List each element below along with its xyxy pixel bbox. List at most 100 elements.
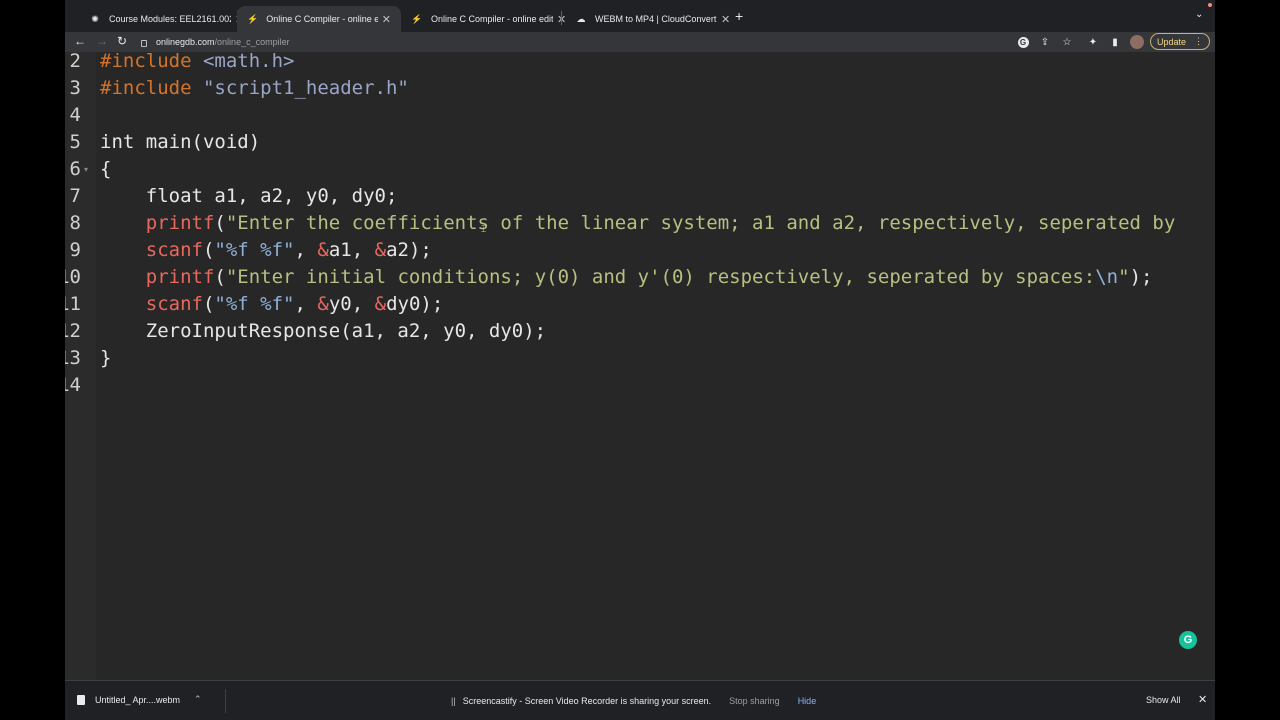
separator: , xyxy=(351,239,375,261)
code-line: ZeroInputResponse(a1, a2, y0, dy0); xyxy=(100,320,547,342)
tab-online-c-compiler[interactable]: ⚡ Online C Compiler - online editor ✕ xyxy=(401,6,576,32)
tab-course-modules[interactable]: ✺ Course Modules: EEL2161.002 ✕ xyxy=(79,6,254,32)
kebab-menu-icon: ⋮ xyxy=(1194,36,1204,46)
code-line: scanf("%f %f", &a1, &a2); xyxy=(100,237,432,264)
preprocessor-directive: #include xyxy=(100,52,192,72)
paren: ( xyxy=(202,293,215,315)
code-line: int main(void) xyxy=(100,131,261,153)
paren: ( xyxy=(202,239,215,261)
grammarly-icon[interactable]: G xyxy=(1179,631,1197,649)
line-number: 14 xyxy=(65,374,81,396)
file-icon xyxy=(77,694,85,705)
tab-title: Course Modules: EEL2161.002 xyxy=(109,14,231,24)
tab-close-icon[interactable]: ✕ xyxy=(382,13,391,26)
update-button[interactable]: Update ⋮ xyxy=(1150,33,1210,50)
code-line: float a1, a2, y0, dy0; xyxy=(100,185,398,207)
address-operator: & xyxy=(317,239,329,261)
address-operator: & xyxy=(374,239,387,261)
share-message: Screencastify - Screen Video Recorder is… xyxy=(462,696,712,706)
function-name: scanf xyxy=(145,293,203,315)
tab-cloudconvert[interactable]: ☁ WEBM to MP4 | CloudConvert ✕ xyxy=(565,6,740,32)
avatar xyxy=(1130,35,1144,49)
stop-sharing-button[interactable]: Stop sharing xyxy=(729,696,780,706)
line-number: 6 xyxy=(69,158,81,180)
address-operator: & xyxy=(317,293,329,315)
code-line: { xyxy=(100,158,112,180)
tab-title: Online C Compiler - online editor xyxy=(431,14,553,24)
function-name: printf xyxy=(145,266,215,288)
extensions-puzzle-icon[interactable]: ✦ xyxy=(1086,35,1100,49)
url-host: onlinegdb.com xyxy=(156,37,215,47)
lock-icon xyxy=(141,39,147,47)
side-panel-icon[interactable]: ▮ xyxy=(1108,35,1122,49)
line-number: 7 xyxy=(69,185,81,207)
reload-button[interactable]: ↻ xyxy=(117,34,127,48)
download-bar: Untitled_ Apr....webm ⌃ || Screencastify… xyxy=(65,680,1215,720)
line-number: 13 xyxy=(65,347,81,369)
preprocessor-directive: #include xyxy=(100,77,192,99)
tab-title: WEBM to MP4 | CloudConvert xyxy=(595,14,717,24)
divider xyxy=(225,689,226,713)
bolt-icon: ⚡ xyxy=(411,13,423,24)
paren-close: ); xyxy=(408,239,432,261)
bookmark-star-icon[interactable]: ☆ xyxy=(1060,35,1074,49)
browser-toolbar: ← → ↻ onlinegdb.com/online_c_compiler G … xyxy=(65,32,1215,52)
separator: , xyxy=(294,239,318,261)
mouse-cursor-icon: ⌶ xyxy=(481,224,487,234)
line-number: 2 xyxy=(69,52,81,72)
code-line: printf("Enter initial conditions; y(0) a… xyxy=(100,264,1153,291)
function-name: printf xyxy=(145,212,215,234)
string-end-quote: " xyxy=(1118,266,1130,288)
paren: ( xyxy=(214,266,226,288)
code-editor[interactable]: 2 3 4 5 6 ▾ 7 8 9 10 11 12 13 14 #includ… xyxy=(65,52,1215,680)
line-number: 5 xyxy=(69,131,81,153)
tab-separator xyxy=(561,11,562,25)
google-lens-button[interactable]: G xyxy=(1016,35,1030,49)
variable: y0 xyxy=(328,293,352,315)
line-number: 11 xyxy=(65,293,81,315)
forward-button[interactable]: → xyxy=(96,34,108,48)
bolt-icon: ⚡ xyxy=(247,13,259,24)
share-icon[interactable]: ⇪ xyxy=(1038,35,1052,49)
back-button[interactable]: ← xyxy=(74,34,86,48)
paren-close: ); xyxy=(420,293,444,315)
hide-button[interactable]: Hide xyxy=(798,696,817,706)
code-line: #include <math.h> xyxy=(100,52,294,75)
tab-title: Online C Compiler - online editor xyxy=(266,14,378,24)
code-line: } xyxy=(100,347,112,369)
browser-window: ✺ Course Modules: EEL2161.002 ✕ ⚡ Online… xyxy=(65,0,1215,720)
google-icon: G xyxy=(1017,36,1029,48)
separator: , xyxy=(351,293,375,315)
new-tab-button[interactable]: + xyxy=(735,8,743,24)
function-name: scanf xyxy=(145,239,203,261)
chevron-up-icon[interactable]: ⌃ xyxy=(194,694,202,705)
escape-sequence: \n xyxy=(1095,266,1119,288)
line-number: 10 xyxy=(65,266,81,288)
profile-avatar[interactable] xyxy=(1130,35,1144,49)
url-path: /online_c_compiler xyxy=(214,37,290,47)
download-file-name: Untitled_ Apr....webm xyxy=(95,694,181,705)
show-all-button[interactable]: Show All xyxy=(1146,695,1181,705)
format-string: "%f %f" xyxy=(214,239,295,261)
fold-arrow-icon[interactable]: ▾ xyxy=(84,165,88,174)
canvas-icon: ✺ xyxy=(91,13,99,24)
variable: dy0 xyxy=(386,293,421,315)
variable: a1 xyxy=(328,239,352,261)
tab-online-c-compiler-active[interactable]: ⚡ Online C Compiler - online editor ✕ xyxy=(237,6,401,32)
close-icon[interactable]: ✕ xyxy=(1198,693,1207,706)
format-string: "%f %f" xyxy=(214,293,295,315)
line-number: 12 xyxy=(65,320,81,342)
download-item[interactable]: Untitled_ Apr....webm ⌃ xyxy=(77,694,202,705)
address-bar[interactable]: onlinegdb.com/online_c_compiler xyxy=(141,34,290,50)
screen-share-notice: || Screencastify - Screen Video Recorder… xyxy=(451,691,831,711)
paren-close: ); xyxy=(1129,266,1153,288)
tab-close-icon[interactable]: ✕ xyxy=(721,13,730,26)
code-line: scanf("%f %f", &y0, &dy0); xyxy=(100,291,444,318)
tab-search-chevron-icon[interactable]: ⌄ xyxy=(1195,9,1203,20)
line-number: 8 xyxy=(69,212,81,234)
string-literal: "Enter the coefficients of the linear sy… xyxy=(225,212,1176,234)
